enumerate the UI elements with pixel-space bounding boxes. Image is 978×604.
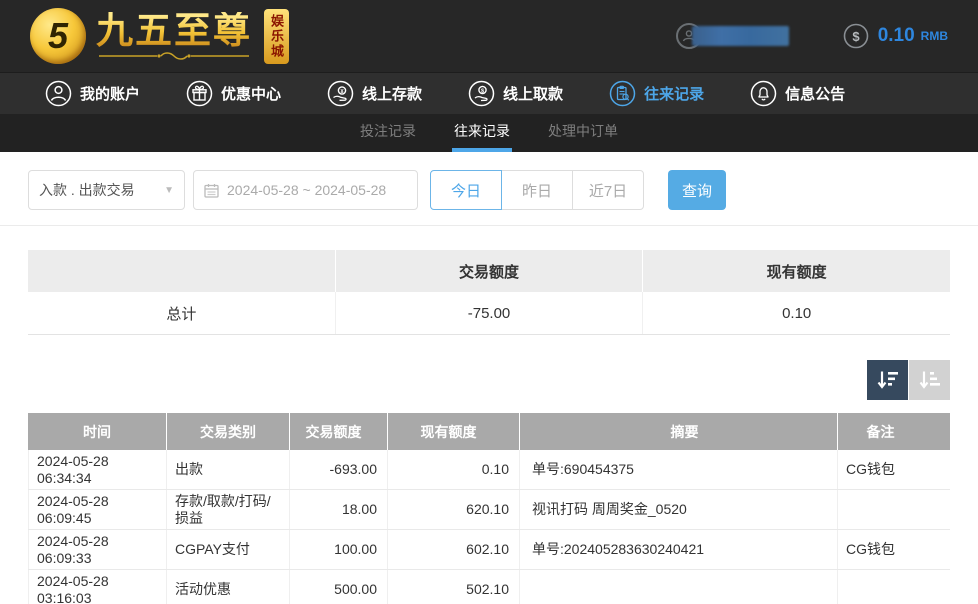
summary-table: 交易额度 现有额度 总计 -75.00 0.10 [28, 250, 950, 335]
cell-summary: 单号:690454375 [520, 450, 838, 489]
last-7-days-button[interactable]: 近7日 [572, 170, 644, 210]
summary-header-transaction: 交易额度 [336, 250, 644, 292]
col-header-amount: 交易额度 [290, 413, 388, 450]
svg-text:$: $ [481, 88, 484, 94]
cell-note [838, 570, 923, 604]
withdraw-hand-coin-icon: $ [468, 80, 495, 107]
cell-time: 2024-05-28 03:16:03 [28, 570, 167, 604]
deposit-hand-coin-icon: ¥ [327, 80, 354, 107]
table-row: 2024-05-28 03:16:03 活动优惠 500.00 502.10 [28, 570, 950, 604]
gift-icon [186, 80, 213, 107]
sort-descending-button[interactable] [867, 360, 908, 400]
top-header: 5 九五至尊 娱乐城 $ [0, 0, 978, 72]
nav-item-transaction-records[interactable]: 往来记录 [609, 80, 704, 107]
col-header-time: 时间 [28, 413, 167, 450]
nav-item-deposit[interactable]: ¥ 线上存款 [327, 80, 422, 107]
balance-currency: RMB [921, 29, 948, 43]
quick-date-buttons: 今日 昨日 近7日 [430, 170, 644, 210]
nav-item-promotions[interactable]: 优惠中心 [186, 80, 281, 107]
date-range-input[interactable]: 2024-05-28 ~ 2024-05-28 [193, 170, 418, 210]
tab-betting-records[interactable]: 投注记录 [358, 114, 418, 152]
brand-badge: 娱乐城 [264, 9, 289, 64]
section-divider [0, 225, 978, 226]
table-row: 2024-05-28 06:09:33 CGPAY支付 100.00 602.1… [28, 530, 950, 570]
search-button[interactable]: 查询 [668, 170, 726, 210]
cell-note [838, 490, 923, 529]
col-header-note: 备注 [838, 413, 923, 450]
cell-note: CG钱包 [838, 450, 923, 489]
nav-item-my-account[interactable]: 我的账户 [45, 80, 140, 107]
calendar-icon [204, 183, 219, 198]
cell-category: 存款/取款/打码/损益 [167, 490, 290, 529]
brand-logo[interactable]: 5 九五至尊 娱乐城 [30, 8, 327, 64]
summary-header-row: 交易额度 现有额度 [28, 250, 950, 292]
cell-balance: 502.10 [388, 570, 520, 604]
svg-text:$: $ [852, 29, 860, 44]
username-redacted [692, 26, 789, 46]
nav-item-withdraw[interactable]: $ 线上取款 [468, 80, 563, 107]
dollar-coin-icon: $ [843, 23, 869, 49]
cell-amount: 100.00 [290, 530, 388, 569]
table-row: 2024-05-28 06:09:45 存款/取款/打码/损益 18.00 62… [28, 490, 950, 530]
brand-emblem-icon: 5 [30, 8, 86, 64]
balance-amount: 0.10 [878, 25, 915, 47]
yesterday-button[interactable]: 昨日 [501, 170, 573, 210]
table-header-row: 时间 交易类别 交易额度 现有额度 摘要 备注 [28, 413, 950, 450]
cell-time: 2024-05-28 06:09:33 [28, 530, 167, 569]
summary-total-balance: 0.10 [643, 292, 950, 334]
transaction-type-select[interactable]: 入款 . 出款交易 ▼ [28, 170, 185, 210]
filter-bar: 入款 . 出款交易 ▼ 2024-05-28 ~ 2024-05-28 今日 昨… [0, 152, 978, 210]
summary-header-balance: 现有额度 [643, 250, 950, 292]
cell-time: 2024-05-28 06:09:45 [28, 490, 167, 529]
col-header-category: 交易类别 [167, 413, 290, 450]
summary-total-transaction: -75.00 [336, 292, 644, 334]
cell-amount: 18.00 [290, 490, 388, 529]
nav-item-announcements[interactable]: 信息公告 [750, 80, 845, 107]
col-header-summary: 摘要 [520, 413, 838, 450]
user-icon [45, 80, 72, 107]
main-nav: 我的账户 优惠中心 ¥ 线上存款 $ 线上取款 [0, 72, 978, 114]
transactions-table: 时间 交易类别 交易额度 现有额度 摘要 备注 2024-05-28 06:34… [28, 413, 950, 604]
sort-ascending-button[interactable] [909, 360, 950, 400]
table-row: 2024-05-28 06:34:34 出款 -693.00 0.10 单号:6… [28, 450, 950, 490]
balance-display[interactable]: $ 0.10 RMB [843, 23, 948, 49]
summary-total-label: 总计 [28, 292, 336, 334]
today-button[interactable]: 今日 [430, 170, 502, 210]
sort-controls [28, 360, 950, 400]
cell-amount: 500.00 [290, 570, 388, 604]
cell-summary: 视讯打码 周周奖金_0520 [520, 490, 838, 529]
summary-header-empty [28, 250, 336, 292]
cell-balance: 0.10 [388, 450, 520, 489]
user-account-chip[interactable] [676, 23, 789, 49]
cell-summary [520, 570, 838, 604]
cell-category: 出款 [167, 450, 290, 489]
sort-ascending-icon [918, 368, 942, 392]
tab-pending-orders[interactable]: 处理中订单 [546, 114, 620, 152]
cell-note: CG钱包 [838, 530, 923, 569]
flourish-icon [99, 51, 249, 61]
cell-amount: -693.00 [290, 450, 388, 489]
cell-category: 活动优惠 [167, 570, 290, 604]
cell-summary: 单号:202405283630240421 [520, 530, 838, 569]
cell-balance: 620.10 [388, 490, 520, 529]
brand-title: 九五至尊 [96, 12, 252, 49]
cell-balance: 602.10 [388, 530, 520, 569]
cell-category: CGPAY支付 [167, 530, 290, 569]
summary-total-row: 总计 -75.00 0.10 [28, 292, 950, 335]
sort-descending-icon [876, 368, 900, 392]
col-header-balance: 现有额度 [388, 413, 520, 450]
records-clipboard-icon [609, 80, 636, 107]
bell-icon [750, 80, 777, 107]
cell-time: 2024-05-28 06:34:34 [28, 450, 167, 489]
tab-transaction-records[interactable]: 往来记录 [452, 114, 512, 152]
chevron-down-icon: ▼ [164, 185, 174, 196]
record-subtabs: 投注记录 往来记录 处理中订单 [0, 114, 978, 152]
